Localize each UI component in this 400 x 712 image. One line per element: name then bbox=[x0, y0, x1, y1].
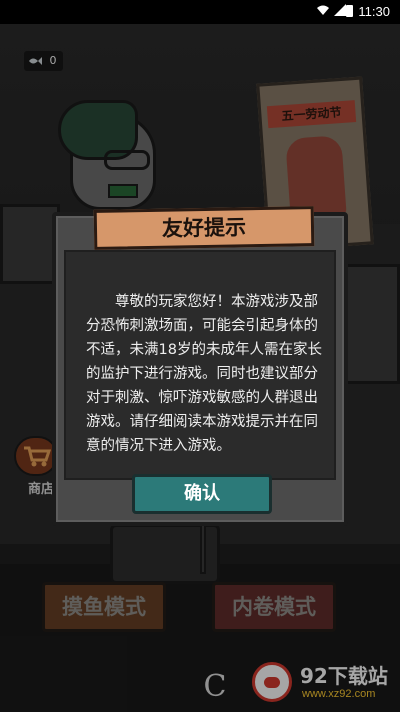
signal-icon bbox=[334, 4, 346, 16]
dialog-title: 友好提示 bbox=[93, 206, 315, 250]
clock: 11:30 bbox=[358, 4, 390, 19]
dialog-content-panel: 尊敬的玩家您好！本游戏涉及部分恐怖刺激场面，可能会引起身体的不适，未满18岁的未… bbox=[64, 250, 336, 480]
wifi-icon bbox=[317, 5, 329, 15]
dialog-body: 尊敬的玩家您好！本游戏涉及部分恐怖刺激场面，可能会引起身体的不适，未满18岁的未… bbox=[86, 294, 322, 454]
status-bar: 11:30 bbox=[0, 0, 400, 24]
notice-dialog: 尊敬的玩家您好！本游戏涉及部分恐怖刺激场面，可能会引起身体的不适，未满18岁的未… bbox=[52, 206, 348, 526]
confirm-button[interactable]: 确认 bbox=[132, 474, 272, 514]
battery-icon bbox=[346, 5, 353, 17]
